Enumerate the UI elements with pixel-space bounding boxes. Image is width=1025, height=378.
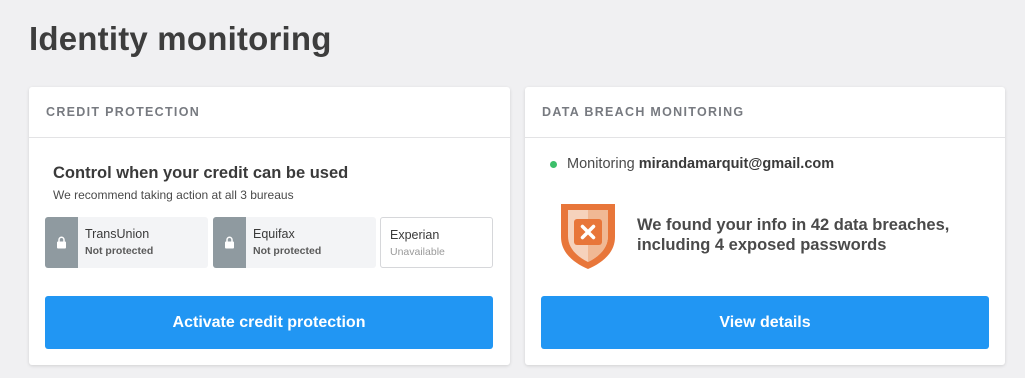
breach-message-line: including 4 exposed passwords [637, 236, 887, 254]
bureau-experian: Experian Unavailable [380, 217, 493, 268]
data-breach-card: DATA BREACH MONITORING Monitoring mirand… [525, 87, 1005, 365]
bureau-name: Equifax [253, 227, 295, 241]
bureau-status: Not protected [253, 245, 322, 257]
bureau-name: TransUnion [85, 227, 150, 241]
lock-icon [45, 217, 78, 268]
monitoring-label: Monitoring [567, 156, 635, 172]
breach-message: We found your info in 42 data breaches, … [637, 215, 949, 255]
credit-heading: Control when your credit can be used [53, 164, 349, 182]
breach-message-line: We found your info in 42 data breaches, [637, 216, 950, 234]
view-details-button[interactable]: View details [541, 296, 989, 349]
credit-subtext: We recommend taking action at all 3 bure… [53, 188, 294, 202]
bureau-status: Not protected [85, 245, 154, 257]
credit-protection-header: CREDIT PROTECTION [29, 87, 510, 138]
shield-alert-icon [561, 204, 615, 269]
status-dot-icon [550, 160, 557, 168]
bureau-name: Experian [390, 228, 440, 242]
monitoring-status: Monitoring mirandamarquit@gmail.com [550, 156, 834, 172]
credit-protection-card: CREDIT PROTECTION Control when your cred… [29, 87, 510, 365]
bureau-equifax[interactable]: Equifax Not protected [213, 217, 376, 268]
monitored-email: mirandamarquit@gmail.com [638, 156, 835, 172]
activate-credit-protection-button[interactable]: Activate credit protection [45, 296, 493, 349]
bureau-status: Unavailable [390, 246, 445, 258]
lock-icon [213, 217, 246, 268]
data-breach-header: DATA BREACH MONITORING [525, 87, 1005, 138]
bureau-transunion[interactable]: TransUnion Not protected [45, 217, 208, 268]
bureau-list: TransUnion Not protected Equifax Not pro… [45, 217, 495, 269]
page-title: Identity monitoring [29, 20, 332, 57]
